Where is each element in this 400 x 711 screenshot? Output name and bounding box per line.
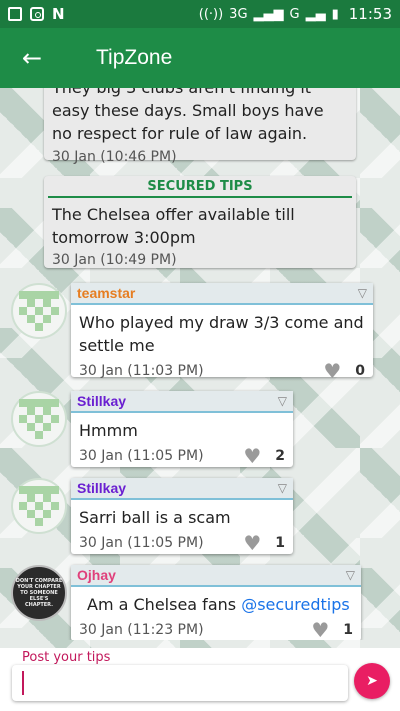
network-type-2: G xyxy=(289,6,300,22)
identicon-icon xyxy=(19,291,59,331)
camera-icon xyxy=(30,7,44,21)
page-title: TipZone xyxy=(96,46,173,69)
like-count: 2 xyxy=(275,448,285,464)
message-footer: 30 Jan (11:05 PM) ♥ 2 xyxy=(71,442,293,466)
username[interactable]: Stillkay xyxy=(77,480,126,496)
composer: Post your tips ➤ xyxy=(0,648,400,711)
n-icon: N xyxy=(52,5,65,23)
message-time: 30 Jan (11:03 PM) xyxy=(79,363,204,379)
message-header: Ojhay ▽ xyxy=(71,565,361,587)
chevron-down-icon[interactable]: ▽ xyxy=(278,481,287,495)
message-text: Who played my draw 3/3 come and settle m… xyxy=(79,313,364,355)
message-time: 30 Jan (10:46 PM) xyxy=(52,149,177,165)
message-text-part: Am a Chelsea fans xyxy=(87,595,237,614)
message-bubble[interactable]: They big 3 clubs aren't finding it easy … xyxy=(44,88,356,165)
back-arrow-icon[interactable]: ← xyxy=(0,44,64,72)
message-header: Stillkay ▽ xyxy=(71,391,293,413)
chevron-down-icon[interactable]: ▽ xyxy=(358,286,367,300)
message-text: Hmmm xyxy=(79,421,138,440)
message-text: They big 3 clubs aren't finding it easy … xyxy=(52,88,324,143)
heart-icon[interactable]: ♥ xyxy=(323,361,341,381)
send-icon: ➤ xyxy=(366,673,378,689)
hotspot-icon: ((·)) xyxy=(198,6,224,22)
send-button[interactable]: ➤ xyxy=(354,663,390,699)
message-time: 30 Jan (10:49 PM) xyxy=(52,252,177,268)
status-bar: N ((·)) 3G ▂▄▆ G ▂▄ ▮ 11:53 xyxy=(0,0,400,28)
mention-link[interactable]: @securedtips xyxy=(241,595,350,614)
list-item[interactable]: Stillkay ▽ Sarri ball is a scam 30 Jan (… xyxy=(71,478,293,554)
like-count: 1 xyxy=(275,535,285,551)
message-text: The Chelsea offer available till tomorro… xyxy=(52,205,295,247)
message-footer: 30 Jan (11:03 PM) ♥ 0 xyxy=(71,357,373,381)
message-footer: 30 Jan (11:23 PM) ♥ 1 xyxy=(71,616,361,640)
chevron-down-icon[interactable]: ▽ xyxy=(278,394,287,408)
message-time: 30 Jan (11:05 PM) xyxy=(79,448,204,464)
secured-tip-bubble[interactable]: SECURED TIPS The Chelsea offer available… xyxy=(44,176,356,268)
message-header: teamstar ▽ xyxy=(71,283,373,305)
username[interactable]: Ojhay xyxy=(77,567,116,583)
image-icon xyxy=(8,7,22,21)
signal-icon-2: ▂▄ xyxy=(305,6,326,22)
message-time: 30 Jan (11:05 PM) xyxy=(79,535,204,551)
battery-icon: ▮ xyxy=(331,6,339,22)
list-item[interactable]: Ojhay ▽ Am a Chelsea fans @securedtips 3… xyxy=(71,565,361,640)
message-time: 30 Jan (11:23 PM) xyxy=(79,622,204,638)
avatar[interactable] xyxy=(11,391,67,447)
avatar[interactable] xyxy=(11,478,67,534)
message-footer: 30 Jan (11:05 PM) ♥ 1 xyxy=(71,529,293,553)
username[interactable]: Stillkay xyxy=(77,393,126,409)
message-text: Sarri ball is a scam xyxy=(79,508,231,527)
message-text: Am a Chelsea fans @securedtips xyxy=(71,587,361,616)
chat-feed[interactable]: They big 3 clubs aren't finding it easy … xyxy=(0,88,400,640)
message-header: Stillkay ▽ xyxy=(71,478,293,500)
avatar[interactable]: DON'T COMPARE YOUR CHAPTER TO SOMEONE EL… xyxy=(11,565,67,621)
signal-icon: ▂▄▆ xyxy=(253,6,284,22)
avatar[interactable] xyxy=(11,283,67,339)
avatar-quote-image: DON'T COMPARE YOUR CHAPTER TO SOMEONE EL… xyxy=(15,578,63,608)
heart-icon[interactable]: ♥ xyxy=(243,446,261,466)
post-input[interactable] xyxy=(12,665,348,701)
identicon-icon xyxy=(19,486,59,526)
composer-label: Post your tips xyxy=(22,650,111,665)
like-count: 1 xyxy=(343,622,353,638)
app-bar: ← TipZone xyxy=(0,28,400,88)
clock: 11:53 xyxy=(348,5,392,23)
username[interactable]: teamstar xyxy=(77,285,135,301)
list-item[interactable]: Stillkay ▽ Hmmm 30 Jan (11:05 PM) ♥ 2 xyxy=(71,391,293,467)
identicon-icon xyxy=(19,399,59,439)
heart-icon[interactable]: ♥ xyxy=(311,620,329,640)
chevron-down-icon[interactable]: ▽ xyxy=(346,568,355,582)
secured-tips-tag: SECURED TIPS xyxy=(48,176,352,198)
like-count: 0 xyxy=(355,363,365,379)
list-item[interactable]: teamstar ▽ Who played my draw 3/3 come a… xyxy=(71,283,373,381)
network-type: 3G xyxy=(229,6,248,22)
heart-icon[interactable]: ♥ xyxy=(243,533,261,553)
text-caret xyxy=(22,671,24,695)
